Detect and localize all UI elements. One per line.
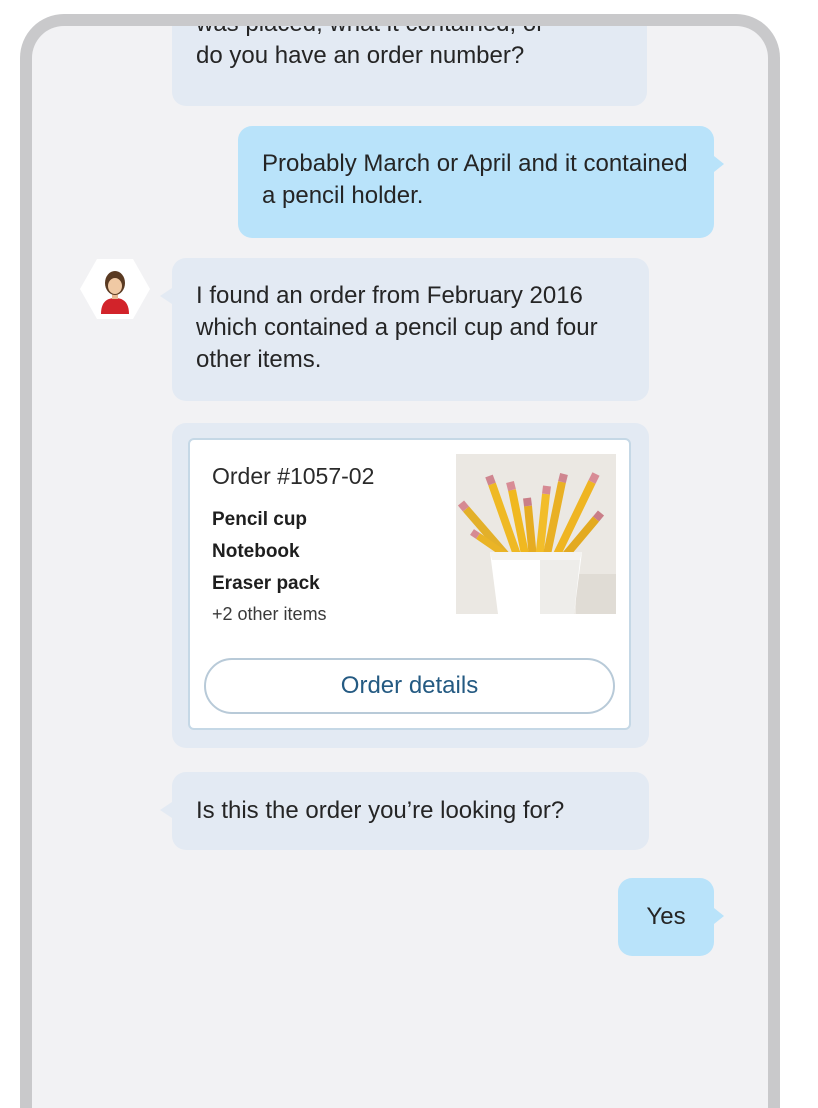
message-text: I found an order from February 2016 whic…	[196, 282, 598, 373]
bot-message: was placed, what it contained, or do you…	[172, 14, 647, 106]
bot-message: Is this the order you’re looking for?	[160, 772, 649, 850]
order-card-message: Order #1057-02 Pencil cup Notebook Erase…	[172, 423, 649, 748]
pencil-cup-photo	[456, 454, 616, 614]
order-item: Pencil cup	[212, 509, 308, 530]
message-text: Is this the order you’re looking for?	[196, 797, 565, 824]
agent-avatar-icon	[80, 258, 150, 320]
order-number: Order #1057-02	[212, 463, 375, 489]
order-details-button[interactable]: Order details	[204, 658, 615, 714]
more-items-text: +2 other items	[212, 604, 327, 624]
order-item: Eraser pack	[212, 573, 320, 594]
user-message: Yes	[618, 878, 724, 956]
message-text: Probably March or April and it contained…	[262, 150, 688, 209]
phone-frame: was placed, what it contained, or do you…	[20, 14, 780, 1108]
order-item: Notebook	[212, 541, 300, 562]
chat-transcript[interactable]: was placed, what it contained, or do you…	[32, 26, 768, 1108]
bot-message: I found an order from February 2016 whic…	[160, 258, 649, 401]
message-text-clipped: was placed, what it contained, or	[196, 14, 545, 37]
message-text: do you have an order number?	[196, 42, 525, 69]
order-card: Order #1057-02 Pencil cup Notebook Erase…	[188, 438, 631, 730]
user-message: Probably March or April and it contained…	[238, 126, 724, 238]
message-text: Yes	[646, 903, 686, 930]
